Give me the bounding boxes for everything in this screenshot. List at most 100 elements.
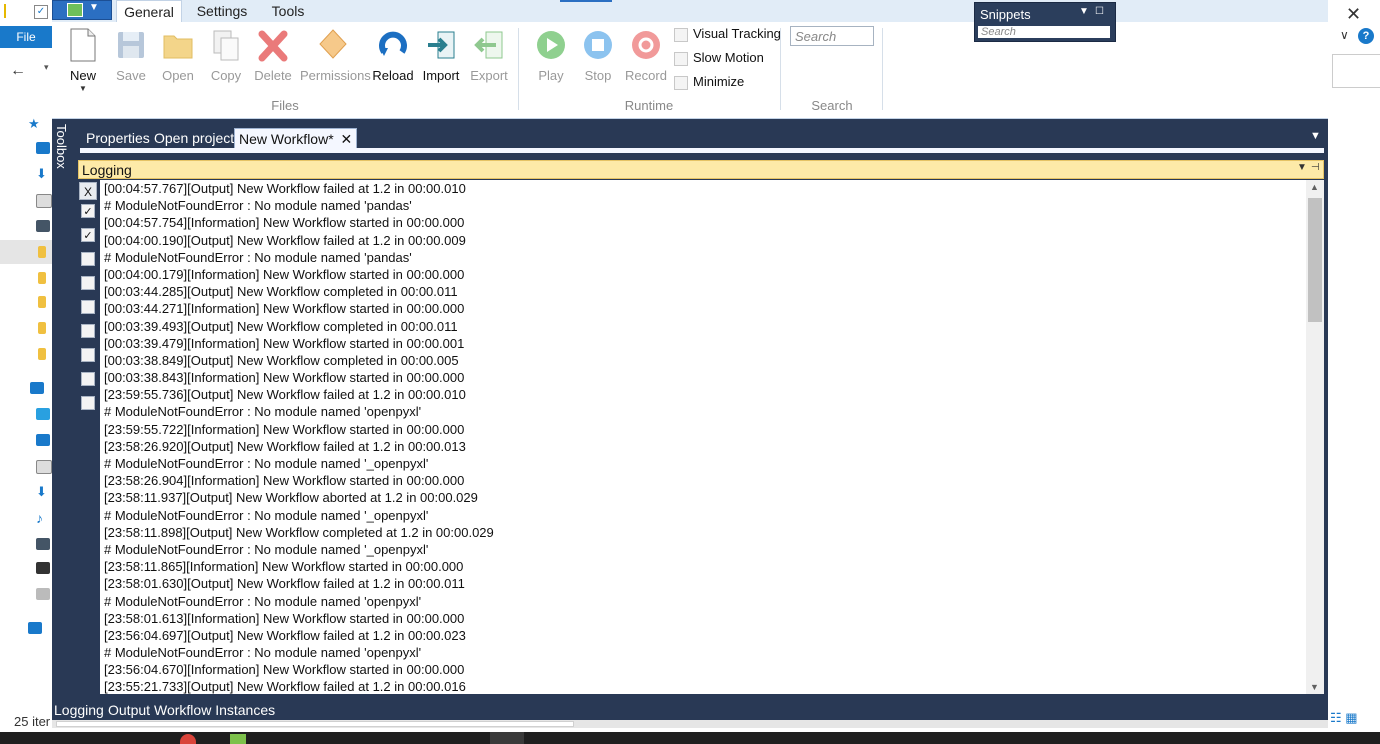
- log-line[interactable]: [23:59:55.722][Information] New Workflow…: [104, 421, 1300, 438]
- folder-icon[interactable]: [38, 246, 46, 258]
- visual-tracking-option[interactable]: Visual Tracking: [674, 26, 781, 46]
- log-list[interactable]: [00:04:57.767][Output] New Workflow fail…: [100, 180, 1324, 694]
- open-button[interactable]: Open: [154, 26, 202, 96]
- documents-icon[interactable]: [36, 194, 52, 208]
- import-button[interactable]: Import: [417, 26, 465, 96]
- log-line[interactable]: [23:58:26.904][Information] New Workflow…: [104, 472, 1300, 489]
- quick-access-star-icon[interactable]: ★: [28, 116, 42, 131]
- new-button[interactable]: New ▼: [59, 26, 107, 96]
- tab-output[interactable]: Output: [108, 700, 150, 720]
- tab-workflow-instances[interactable]: Workflow Instances: [154, 700, 275, 720]
- log-filter-checkbox[interactable]: [81, 372, 95, 386]
- clear-log-button[interactable]: X: [79, 182, 97, 200]
- 3d-objects-icon[interactable]: [36, 408, 50, 420]
- log-line[interactable]: [00:03:38.849][Output] New Workflow comp…: [104, 352, 1300, 369]
- log-filter-checkbox[interactable]: [81, 396, 95, 410]
- log-filter-checkbox[interactable]: ✓: [81, 228, 95, 242]
- snippets-search-input[interactable]: Search: [978, 26, 1110, 38]
- chevron-down-icon[interactable]: ▼: [1079, 6, 1089, 17]
- log-filter-checkbox[interactable]: ✓: [81, 204, 95, 218]
- log-line[interactable]: [00:04:57.754][Information] New Workflow…: [104, 214, 1300, 231]
- delete-button[interactable]: Delete: [249, 26, 297, 96]
- tab-tools[interactable]: Tools: [264, 0, 312, 22]
- log-filter-checkbox[interactable]: [81, 300, 95, 314]
- chevron-down-icon[interactable]: ∨: [1340, 28, 1349, 42]
- pictures-icon[interactable]: [36, 538, 50, 550]
- log-line[interactable]: # ModuleNotFoundError : No module named …: [104, 644, 1300, 661]
- log-line[interactable]: [23:58:26.920][Output] New Workflow fail…: [104, 438, 1300, 455]
- maximize-icon[interactable]: ☐: [1095, 6, 1104, 17]
- horizontal-scrollbar[interactable]: [52, 720, 1328, 728]
- network-icon[interactable]: [28, 622, 42, 634]
- music-icon[interactable]: ♪: [36, 510, 50, 526]
- close-icon[interactable]: ✕: [341, 131, 353, 147]
- file-menu-button[interactable]: File: [0, 26, 52, 48]
- log-line[interactable]: # ModuleNotFoundError : No module named …: [104, 455, 1300, 472]
- log-line[interactable]: [23:58:11.937][Output] New Workflow abor…: [104, 489, 1300, 506]
- log-line[interactable]: # ModuleNotFoundError : No module named …: [104, 541, 1300, 558]
- scroll-up-icon[interactable]: ▲: [1310, 182, 1319, 192]
- reload-button[interactable]: Reload: [369, 26, 417, 96]
- ribbon-search-input[interactable]: Search: [790, 26, 874, 46]
- tab-properties[interactable]: Properties: [86, 128, 150, 148]
- log-filter-checkbox[interactable]: [81, 324, 95, 338]
- tab-settings[interactable]: Settings: [192, 0, 252, 22]
- export-button[interactable]: Export: [465, 26, 513, 96]
- folder-icon[interactable]: [38, 272, 46, 284]
- log-line[interactable]: [23:58:01.613][Information] New Workflow…: [104, 610, 1300, 627]
- log-line[interactable]: [23:55:21.733][Output] New Workflow fail…: [104, 678, 1300, 694]
- folder-icon[interactable]: [38, 322, 46, 334]
- copy-button[interactable]: Copy: [202, 26, 250, 96]
- taskbar-active-app[interactable]: [490, 732, 524, 744]
- play-button[interactable]: Play: [527, 26, 575, 96]
- local-disk-icon[interactable]: [36, 588, 50, 600]
- log-filter-checkbox[interactable]: [81, 252, 95, 266]
- back-arrow-icon[interactable]: ←: [10, 62, 26, 80]
- log-scrollbar[interactable]: ▲ ▼: [1306, 180, 1324, 694]
- stop-button[interactable]: Stop: [574, 26, 622, 96]
- minimize-checkbox[interactable]: [674, 75, 688, 90]
- log-line[interactable]: [00:03:39.493][Output] New Workflow comp…: [104, 318, 1300, 335]
- recent-dropdown-icon[interactable]: ▾: [44, 62, 49, 73]
- log-line[interactable]: # ModuleNotFoundError : No module named …: [104, 507, 1300, 524]
- log-line[interactable]: [00:04:00.190][Output] New Workflow fail…: [104, 232, 1300, 249]
- pin-icon[interactable]: ⊣: [1311, 162, 1320, 173]
- log-line[interactable]: [00:04:57.767][Output] New Workflow fail…: [104, 180, 1300, 197]
- tab-general[interactable]: General: [116, 0, 182, 24]
- visual-tracking-checkbox[interactable]: [674, 27, 688, 42]
- explorer-search-input[interactable]: [1332, 54, 1380, 88]
- this-pc-icon[interactable]: [30, 382, 44, 394]
- log-filter-checkbox[interactable]: [81, 276, 95, 290]
- close-icon[interactable]: ✕: [1346, 4, 1361, 25]
- log-line[interactable]: [00:03:44.285][Output] New Workflow comp…: [104, 283, 1300, 300]
- pictures-icon[interactable]: [36, 220, 50, 232]
- log-line[interactable]: # ModuleNotFoundError : No module named …: [104, 403, 1300, 420]
- help-icon[interactable]: ?: [1358, 28, 1374, 44]
- view-mode-icons[interactable]: ☷ ▦: [1330, 710, 1358, 726]
- downloads-icon[interactable]: ⬇: [36, 166, 50, 181]
- chevron-down-icon[interactable]: ▼: [1297, 162, 1307, 173]
- log-line[interactable]: # ModuleNotFoundError : No module named …: [104, 249, 1300, 266]
- videos-icon[interactable]: [36, 562, 50, 574]
- scrollbar-thumb[interactable]: [56, 721, 574, 727]
- log-line[interactable]: [00:03:39.479][Information] New Workflow…: [104, 335, 1300, 352]
- tab-logging[interactable]: Logging: [54, 700, 104, 720]
- application-menu-button[interactable]: ▼: [52, 0, 112, 20]
- taskbar-app-icon[interactable]: [180, 734, 196, 744]
- taskbar-app-icon[interactable]: [230, 734, 246, 744]
- folder-icon[interactable]: [38, 348, 46, 360]
- folder-icon[interactable]: [38, 296, 46, 308]
- log-line[interactable]: [23:59:55.736][Output] New Workflow fail…: [104, 386, 1300, 403]
- downloads-icon[interactable]: ⬇: [36, 484, 50, 499]
- toolbox-side-tab[interactable]: Toolbox: [52, 124, 72, 176]
- checkbox-icon[interactable]: ✓: [34, 5, 48, 19]
- log-line[interactable]: [23:58:01.630][Output] New Workflow fail…: [104, 575, 1300, 592]
- scrollbar-thumb[interactable]: [1308, 198, 1322, 322]
- save-button[interactable]: Save: [107, 26, 155, 96]
- tab-open-project[interactable]: Open project: [154, 128, 234, 148]
- record-button[interactable]: Record: [622, 26, 670, 96]
- log-line[interactable]: [23:58:11.898][Output] New Workflow comp…: [104, 524, 1300, 541]
- desktop-icon[interactable]: [36, 434, 50, 446]
- scroll-down-icon[interactable]: ▼: [1310, 682, 1319, 692]
- log-line[interactable]: [00:04:00.179][Information] New Workflow…: [104, 266, 1300, 283]
